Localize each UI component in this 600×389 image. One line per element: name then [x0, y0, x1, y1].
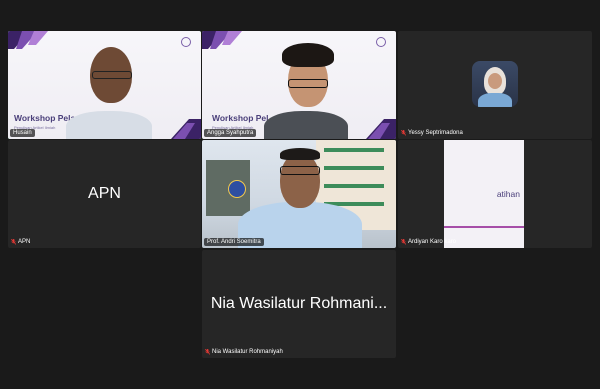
- video-tile-yessy[interactable]: Yessy Septrimadona: [398, 31, 592, 139]
- slide-stripe-decoration: [8, 31, 48, 49]
- video-tile-ardiyan[interactable]: atihan Ardiyan Karo karo: [398, 140, 592, 248]
- mic-off-icon: [401, 239, 406, 245]
- participant-name: Yessy Septrimadona: [408, 130, 463, 136]
- slide-title: Workshop Pela: [14, 113, 76, 123]
- participant-face: [280, 152, 320, 208]
- video-tile-husain[interactable]: Workshop Pela Penulisan Artikel Ilmiah H…: [8, 31, 201, 139]
- glasses-icon: [92, 71, 132, 79]
- slide-stripe-decoration: [202, 31, 242, 49]
- participant-video: [66, 111, 152, 139]
- participant-name: Prof. Andri Soemitra: [207, 239, 261, 245]
- participant-name-label: Prof. Andri Soemitra: [204, 238, 264, 246]
- participant-video: [264, 111, 348, 139]
- slide-stripe-decoration: [366, 119, 396, 139]
- org-logo-icon: [181, 37, 191, 47]
- mic-off-icon: [205, 349, 210, 355]
- participant-face: [488, 73, 502, 89]
- glasses-icon: [280, 166, 320, 175]
- video-tile-andri[interactable]: Prof. Andri Soemitra: [202, 140, 396, 248]
- participant-name-label: Yessy Septrimadona: [400, 129, 466, 137]
- participant-hair: [282, 43, 334, 67]
- participant-shirt: [478, 93, 512, 107]
- participant-display-name: APN: [88, 185, 121, 202]
- participant-name: Ardiyan Karo karo: [408, 239, 457, 245]
- participant-display-name: Nia Wasilatur Rohmani...: [210, 295, 388, 312]
- participant-hair: [280, 148, 320, 160]
- participant-name-label: Nia Wasilatur Rohmaniyah: [204, 348, 286, 356]
- participant-name-label: APN: [10, 238, 33, 246]
- participant-name: Husain: [13, 130, 32, 136]
- participant-name: APN: [18, 239, 31, 245]
- participant-name-label: Angga Syahputra: [204, 129, 257, 137]
- slide-stripe-decoration: [171, 119, 201, 139]
- mic-off-icon: [11, 239, 16, 245]
- participant-name-label: Ardiyan Karo karo: [400, 238, 459, 246]
- org-logo-icon: [376, 37, 386, 47]
- participant-name-label: Husain: [10, 129, 35, 137]
- slide-title: Workshop Pel: [212, 113, 269, 123]
- shared-slide-fragment: atihan: [444, 140, 524, 248]
- video-tile-apn[interactable]: APN APN: [8, 140, 201, 248]
- slide-divider: [444, 226, 524, 228]
- glasses-icon: [288, 79, 328, 88]
- video-tile-nia[interactable]: Nia Wasilatur Rohmani... Nia Wasilatur R…: [202, 250, 396, 358]
- slide-title: atihan: [496, 189, 520, 199]
- video-tile-angga[interactable]: Workshop Pel Penulisan Artikel Ilmiah An…: [202, 31, 396, 139]
- participant-name: Nia Wasilatur Rohmaniyah: [212, 349, 283, 355]
- university-logo-icon: [228, 180, 246, 198]
- participant-name: Angga Syahputra: [207, 130, 254, 136]
- participant-thumbnail: [472, 61, 518, 107]
- mic-off-icon: [401, 130, 406, 136]
